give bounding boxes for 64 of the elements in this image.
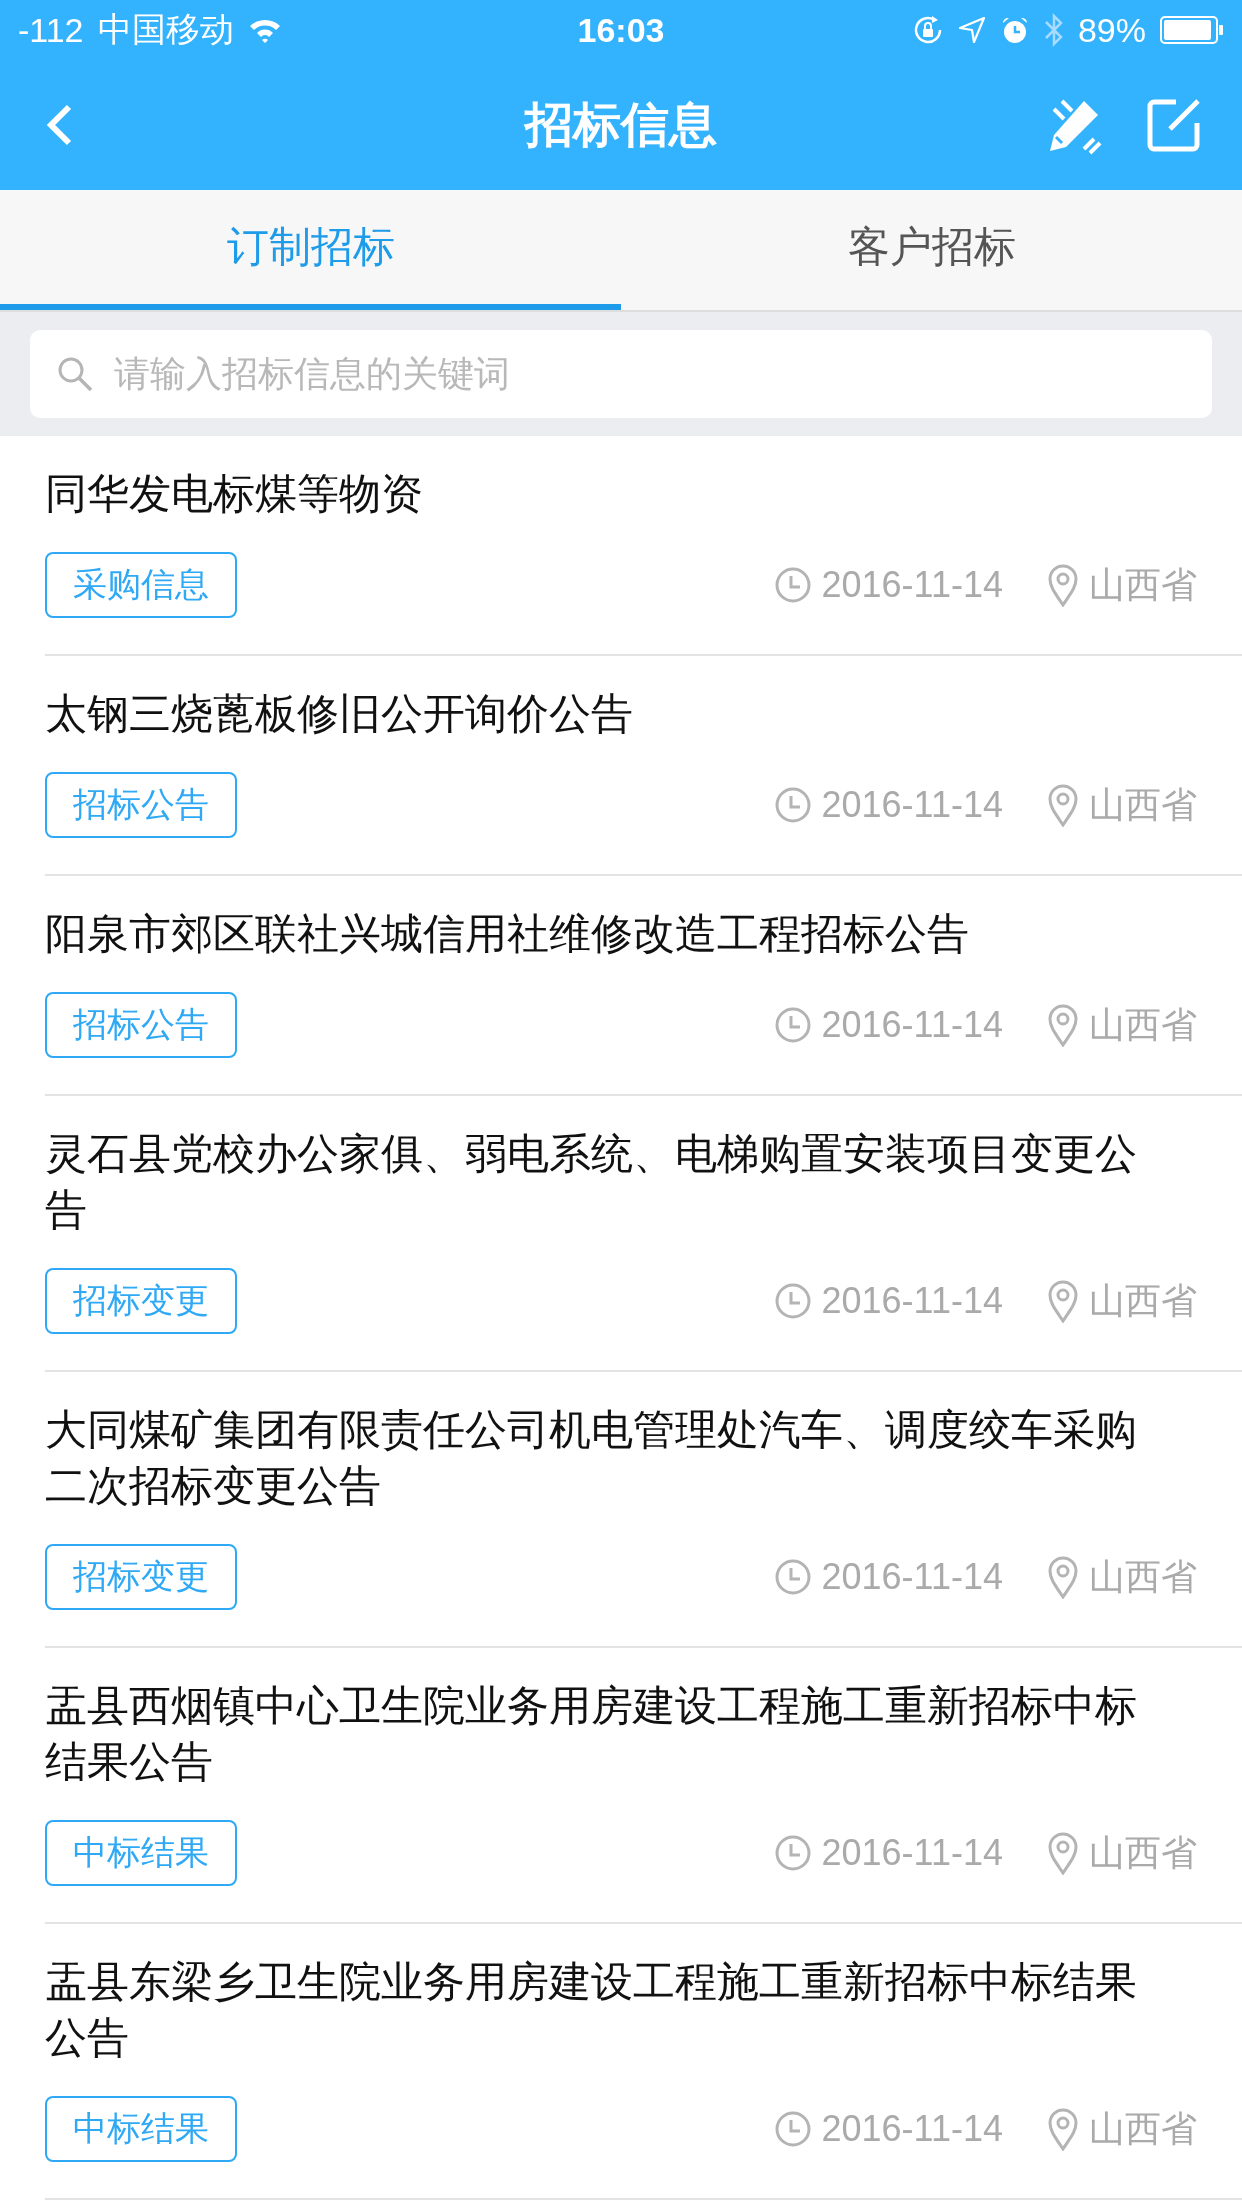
location-pin-icon (1047, 1003, 1079, 1047)
location-pin-icon (1047, 783, 1079, 827)
item-title: 太钢三烧蓖板修旧公开询价公告 (45, 689, 634, 739)
search-field[interactable]: 请输入招标信息的关键词 (30, 330, 1212, 418)
category-tag: 招标变更 (45, 1544, 237, 1610)
location-pin-icon (1047, 563, 1079, 607)
item-date: 2016-11-14 (821, 2108, 1003, 2150)
battery-percent: 89% (1077, 10, 1146, 50)
list-item[interactable]: 盂县东梁乡卫生院业务用房建设工程施工重新招标中标结果公告 中标结果 2016-11-14 山西省 (45, 1924, 1242, 2200)
category-tag: 招标公告 (45, 992, 237, 1058)
item-date: 2016-11-14 (821, 784, 1003, 826)
tab[interactable]: 客户招标 (621, 190, 1242, 310)
category-tag: 中标结果 (45, 1820, 237, 1886)
item-region: 山西省 (1089, 562, 1197, 607)
item-date: 2016-11-14 (821, 1004, 1003, 1046)
item-title: 盂县西烟镇中心卫生院业务用房建设工程施工重新招标中标结果公告 (45, 1681, 1138, 1787)
item-title: 盂县东梁乡卫生院业务用房建设工程施工重新招标中标结果公告 (45, 1957, 1138, 2063)
bluetooth-icon (1043, 13, 1064, 47)
item-region: 山西省 (1089, 2106, 1197, 2151)
clock-icon (773, 1558, 812, 1596)
clock-icon (773, 1006, 812, 1044)
category-tag: 采购信息 (45, 552, 237, 618)
clock-icon (773, 786, 812, 824)
item-title: 灵石县党校办公家俱、弱电系统、电梯购置安装项目变更公告 (45, 1129, 1138, 1235)
compose-button[interactable] (1146, 97, 1202, 153)
item-date: 2016-11-14 (821, 564, 1003, 606)
clock-icon (773, 1834, 812, 1872)
list-item[interactable]: 盂县西烟镇中心卫生院业务用房建设工程施工重新招标中标结果公告 中标结果 2016-11-14 山西省 (45, 1648, 1242, 1924)
item-region: 山西省 (1089, 1002, 1197, 1047)
list-item[interactable]: 灵石县党校办公家俱、弱电系统、电梯购置安装项目变更公告 招标变更 2016-11-14 山西省 (45, 1096, 1242, 1372)
location-pin-icon (1047, 1279, 1079, 1323)
battery-icon (1160, 16, 1224, 44)
location-pin-icon (1047, 2107, 1079, 2151)
search-icon (56, 355, 94, 393)
list-item[interactable]: 大同煤矿集团有限责任公司机电管理处汽车、调度绞车采购二次招标变更公告 招标变更 2016-11-14 山西省 (45, 1372, 1242, 1648)
location-pin-icon (1047, 1555, 1079, 1599)
category-tag: 招标变更 (45, 1268, 237, 1334)
back-icon (44, 103, 74, 147)
location-arrow-icon (957, 16, 986, 44)
category-tag: 招标公告 (45, 772, 237, 838)
back-button[interactable] (44, 103, 74, 147)
status-time: 16:03 (577, 10, 665, 50)
location-pin-icon (1047, 1831, 1079, 1875)
clock-icon (773, 2110, 812, 2148)
clock-icon (773, 1282, 812, 1320)
item-date: 2016-11-14 (821, 1556, 1003, 1598)
compose-icon (1146, 97, 1202, 153)
page-title: 招标信息 (525, 97, 717, 153)
list-item[interactable]: 同华发电标煤等物资 采购信息 2016-11-14 山西省 (45, 436, 1242, 656)
item-date: 2016-11-14 (821, 1280, 1003, 1322)
clock-icon (773, 566, 812, 604)
item-title: 大同煤矿集团有限责任公司机电管理处汽车、调度绞车采购二次招标变更公告 (45, 1405, 1138, 1511)
signal-strength: -112 (18, 10, 84, 50)
item-region: 山西省 (1089, 1830, 1197, 1875)
list-item[interactable]: 阳泉市郊区联社兴城信用社维修改造工程招标公告 招标公告 2016-11-14 山西省 (45, 876, 1242, 1096)
item-date: 2016-11-14 (821, 1832, 1003, 1874)
item-region: 山西省 (1089, 1554, 1197, 1599)
item-region: 山西省 (1089, 1278, 1197, 1323)
category-tag: 中标结果 (45, 2096, 237, 2162)
item-region: 山西省 (1089, 782, 1197, 827)
carrier-name: 中国移动 (97, 9, 234, 50)
item-title: 同华发电标煤等物资 (45, 469, 424, 519)
list-item[interactable]: 太钢三烧蓖板修旧公开询价公告 招标公告 2016-11-14 山西省 (45, 656, 1242, 876)
item-title: 阳泉市郊区联社兴城信用社维修改造工程招标公告 (45, 909, 970, 959)
